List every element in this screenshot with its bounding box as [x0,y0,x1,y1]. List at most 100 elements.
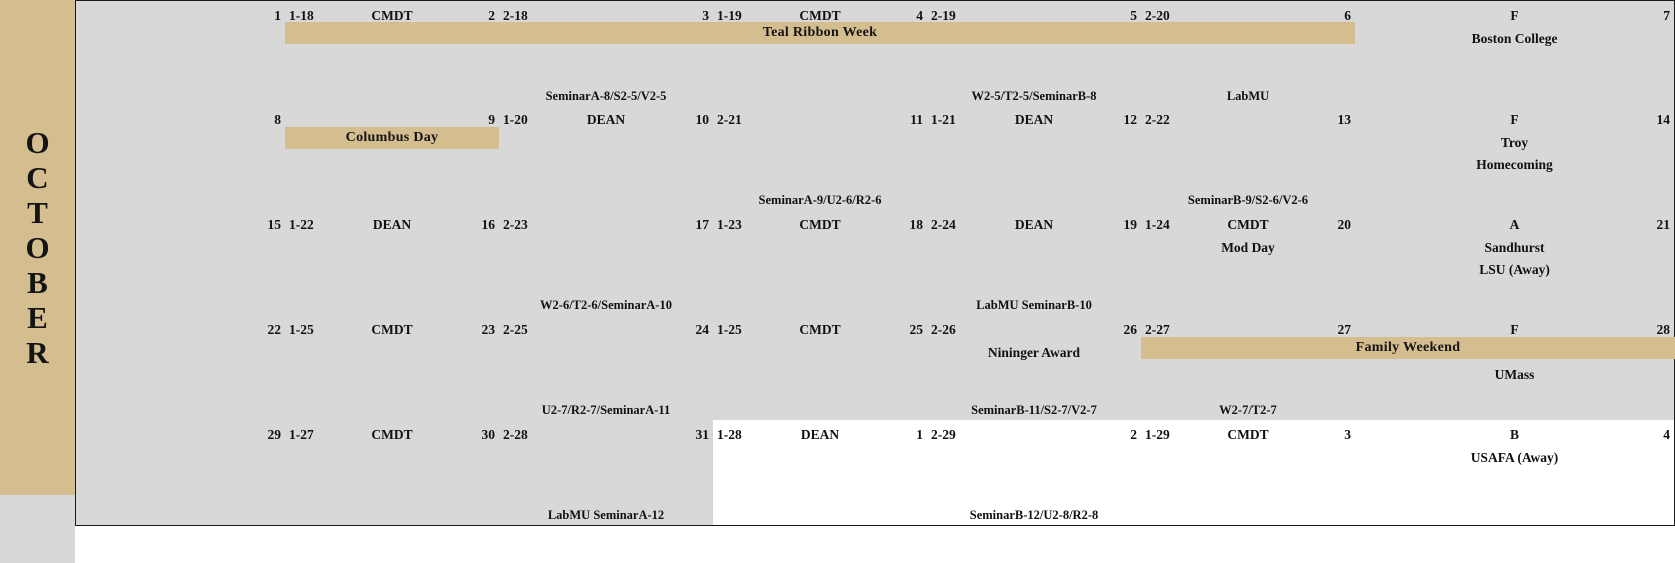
teal-ribbon-week-banner: Teal Ribbon Week [285,22,1355,44]
day-tag: DEAN [586,112,626,127]
week-row: 22 1-25 23 CMDT 2-25 24 U2-7/R2-7/SeminarA-11 1… [75,315,1675,422]
day-cell[interactable]: 15 [75,210,286,316]
schedule-note: W2-5/T2-5/SeminarB-8 [971,89,1097,103]
day-cell[interactable]: 2-21 11 SeminarA-9/U2-6/R2-6 [713,105,928,211]
day-order-label: 2-21 [717,112,742,127]
day-cell[interactable]: 14 F Troy Homecoming [1355,105,1675,211]
family-weekend-banner: Family Weekend [1141,337,1675,359]
day-number: 11 [910,112,923,127]
day-tag: CMDT [371,427,413,442]
columbus-day-banner: Columbus Day [285,127,499,149]
day-cell[interactable]: 2-24 19 DEAN LabMU SeminarB-10 [927,210,1142,316]
day-number: 17 [695,217,710,232]
day-cell[interactable]: 9No Classes [285,105,500,211]
day-cell[interactable]: 8 [75,105,286,211]
schedule-note: SeminarA-8/S2-5/V2-5 [545,89,667,103]
month-label-bar: OCTOBER [0,0,75,495]
day-cell[interactable]: 21 A Sandhurst LSU (Away) [1355,210,1675,316]
day-cell[interactable]: 1-28 1 DEAN [713,420,928,526]
day-number: 26 [1123,322,1138,337]
day-cell[interactable]: 29 [75,420,286,526]
schedule-note: LabMU SeminarB-10 [976,298,1092,312]
day-cell[interactable]: 2-19 5 W2-5/T2-5/SeminarB-8 [927,0,1142,107]
schedule-note: LabMU [1226,89,1270,103]
day-tag: DEAN [372,217,412,232]
day-number: 1 [274,8,281,23]
day-cell[interactable]: 2-18 3 SeminarA-8/S2-5/V2-5 [499,0,714,107]
day-cell[interactable]: 1-27 30 CMDT [285,420,500,526]
day-cell[interactable]: 2-20 6 LabMU [1141,0,1356,107]
day-tag: CMDT [1227,217,1269,232]
day-cell[interactable]: 1-19 4 CMDT [713,0,928,107]
schedule-note: U2-7/R2-7/SeminarA-11 [541,403,671,417]
day-cell[interactable]: 28 F UMass [1355,315,1675,421]
day-cell[interactable]: 22 [75,315,286,421]
schedule-note: SeminarA-9/U2-6/R2-6 [758,193,882,207]
month-letter: B [27,265,48,300]
day-cell[interactable]: 1-22 16 DEAN [285,210,500,316]
day-number: 15 [267,217,282,232]
day-tag: CMDT [799,217,841,232]
day-number: 13 [1337,112,1352,127]
week-row: 15 1-22 16 DEAN 2-23 17 W2-6/T2-6/SeminarA-10 1… [75,210,1675,317]
event-line: Mod Day [1221,240,1275,255]
day-cell[interactable]: 4 B USAFA (Away) [1355,420,1675,526]
event-line: Troy [1500,135,1529,150]
day-tag: DEAN [800,427,840,442]
event-line: Nininger Award [987,345,1081,360]
day-order-label: 2-22 [1145,112,1170,127]
event-line: Sandhurst [1484,240,1545,255]
day-cell[interactable]: 1-18 2 CMDT [285,0,500,107]
day-order-label: 2-28 [503,427,528,442]
day-cell[interactable]: 1-29 3 CMDT [1141,420,1356,526]
week-row: 8 9No Classes1-2010DEAN2-21 11 SeminarA-9/U… [75,105,1675,212]
day-tag: F [1510,8,1519,23]
day-order-label: 2-26 [931,322,956,337]
day-cell[interactable]: 7 F Boston College [1355,0,1675,107]
month-letter: T [27,195,48,230]
schedule-note: W2-7/T2-7 [1219,403,1277,417]
day-cell[interactable]: 2-26 26 Nininger Award SeminarB-11/S2-7/V2-… [927,315,1142,421]
month-letter: O [25,230,50,265]
schedule-note: SeminarB-12/U2-8/R2-8 [969,508,1099,522]
day-cell[interactable]: 2-23 17 W2-6/T2-6/SeminarA-10 [499,210,714,316]
day-number: 27 [1337,322,1352,337]
day-tag: CMDT [799,322,841,337]
day-tag: F [1510,112,1519,127]
week-row: 29 1-27 30 CMDT 2-28 31 LabMU SeminarA-12 1-28 1… [75,420,1675,527]
day-cell[interactable]: 1-25 23 CMDT [285,315,500,421]
day-cell[interactable]: 1-25 25 CMDT [713,315,928,421]
day-number: 29 [267,427,282,442]
day-cell[interactable]: 1-20 10 DEAN [499,105,714,211]
day-tag: CMDT [371,322,413,337]
day-number: 8 [274,112,281,127]
event-line: Homecoming [1476,157,1553,172]
month-label-bar-footer [0,495,75,563]
event-line: USAFA (Away) [1470,450,1559,465]
day-number: 24 [695,322,710,337]
month-letter: E [27,300,48,335]
day-cell[interactable]: 1 [75,0,286,107]
schedule-note: W2-6/T2-6/SeminarA-10 [540,298,672,312]
day-cell[interactable]: 2-28 31 LabMU SeminarA-12 [499,420,714,526]
day-tag: DEAN [1014,217,1054,232]
day-cell[interactable]: 1-23 18 CMDT [713,210,928,316]
month-letter: O [25,125,50,160]
day-tag: CMDT [1227,427,1269,442]
day-cell[interactable]: 2-25 24 U2-7/R2-7/SeminarA-11 [499,315,714,421]
day-order-label: 2-23 [503,217,528,232]
day-cell[interactable]: 2-22 13 SeminarB-9/S2-6/V2-6 [1141,105,1356,211]
day-cell[interactable]: 1-24 20 CMDT Mod Day [1141,210,1356,316]
day-order-label: 2-27 [1145,322,1170,337]
day-number: 22 [267,322,282,337]
day-cell[interactable]: 1-21 12 DEAN [927,105,1142,211]
day-number: 31 [695,427,710,442]
day-number: 9 [488,112,495,127]
day-tag: B [1509,427,1519,442]
schedule-note: SeminarB-11/S2-7/V2-7 [971,403,1097,417]
event-line: Boston College [1471,31,1558,46]
calendar-grid: 1 1-18 2 CMDT 2-18 3 SeminarA-8/S2-5/V2-5 1-19 4… [75,0,1675,563]
day-order-label: 2-25 [503,322,528,337]
day-cell[interactable]: 2-29 2 SeminarB-12/U2-8/R2-8 [927,420,1142,526]
day-cell[interactable]: 2-27 27 W2-7/T2-7 [1141,315,1356,421]
